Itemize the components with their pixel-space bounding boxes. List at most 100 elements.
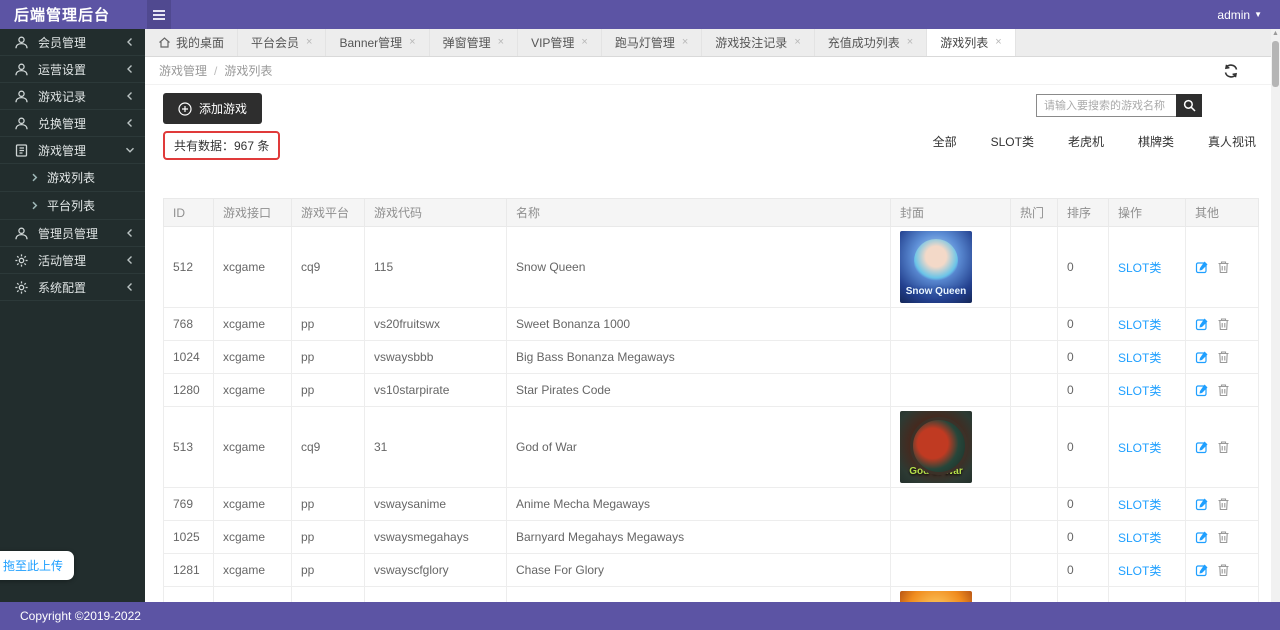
edit-icon[interactable] bbox=[1195, 350, 1209, 364]
breadcrumb-parent[interactable]: 游戏管理 bbox=[159, 62, 207, 79]
tab-跑马灯管理[interactable]: 跑马灯管理× bbox=[602, 29, 702, 56]
category-link[interactable]: SLOT类 bbox=[1118, 261, 1161, 275]
trash-icon[interactable] bbox=[1217, 383, 1230, 397]
cell-platform: cq9 bbox=[292, 227, 365, 308]
close-icon[interactable]: × bbox=[306, 37, 312, 48]
tab-游戏列表[interactable]: 游戏列表 × bbox=[927, 29, 1015, 56]
cover-caption: Snow Queen bbox=[906, 286, 967, 297]
close-icon[interactable]: × bbox=[498, 37, 504, 48]
filter-真人视讯[interactable]: 真人视讯 bbox=[1208, 133, 1256, 150]
cell-action: SLOT类 bbox=[1109, 341, 1186, 374]
tab-Banner管理[interactable]: Banner管理× bbox=[326, 29, 429, 56]
cell-platform: pp bbox=[292, 308, 365, 341]
cell-code: vs20fruitswx bbox=[365, 308, 507, 341]
sidebar-item[interactable]: 兑换管理 bbox=[0, 110, 145, 137]
tab-弹窗管理[interactable]: 弹窗管理× bbox=[430, 29, 518, 56]
close-icon[interactable]: × bbox=[581, 37, 587, 48]
cell-api: xcgame bbox=[214, 227, 292, 308]
cell-cover bbox=[891, 308, 1011, 341]
sidebar-subitem[interactable]: 平台列表 bbox=[0, 192, 145, 220]
search-button[interactable] bbox=[1176, 94, 1202, 117]
column-header: 游戏平台 bbox=[292, 199, 365, 227]
cell-name: Snow Queen bbox=[507, 227, 891, 308]
trash-icon[interactable] bbox=[1217, 260, 1230, 274]
scrollbar-thumb[interactable] bbox=[1272, 41, 1279, 87]
cell-name: Barnyard Megahays Megaways bbox=[507, 521, 891, 554]
vertical-scrollbar[interactable]: ▲ bbox=[1271, 29, 1280, 602]
cell-id: 1280 bbox=[164, 374, 214, 407]
edit-icon[interactable] bbox=[1195, 563, 1209, 577]
filter-老虎机[interactable]: 老虎机 bbox=[1068, 133, 1104, 150]
trash-icon[interactable] bbox=[1217, 317, 1230, 331]
tab-充值成功列表[interactable]: 充值成功列表× bbox=[815, 29, 927, 56]
close-icon[interactable]: × bbox=[907, 37, 913, 48]
sidebar-subitem[interactable]: 游戏列表 bbox=[0, 164, 145, 192]
edit-icon[interactable] bbox=[1195, 383, 1209, 397]
tab-游戏投注记录[interactable]: 游戏投注记录× bbox=[702, 29, 814, 56]
close-icon[interactable]: × bbox=[409, 37, 415, 48]
refresh-icon[interactable] bbox=[1222, 62, 1240, 80]
category-link[interactable]: SLOT类 bbox=[1118, 564, 1161, 578]
column-header: 游戏代码 bbox=[365, 199, 507, 227]
sidebar-item-label: 管理员管理 bbox=[38, 225, 125, 242]
filter-SLOT类[interactable]: SLOT类 bbox=[991, 133, 1034, 150]
edit-icon[interactable] bbox=[1195, 317, 1209, 331]
trash-icon[interactable] bbox=[1217, 350, 1230, 364]
cell-sort: 0 bbox=[1058, 488, 1109, 521]
sidebar-item[interactable]: 系统配置 bbox=[0, 274, 145, 301]
category-link[interactable]: SLOT类 bbox=[1118, 351, 1161, 365]
close-icon[interactable]: × bbox=[794, 37, 800, 48]
search-input[interactable] bbox=[1036, 94, 1176, 117]
category-link[interactable]: SLOT类 bbox=[1118, 318, 1161, 332]
scroll-up-arrow-icon[interactable]: ▲ bbox=[1271, 29, 1280, 39]
user-menu[interactable]: admin ▼ bbox=[1217, 8, 1280, 22]
chevron-left-icon bbox=[125, 228, 135, 238]
chevron-left-icon bbox=[125, 64, 135, 74]
cell-code: 33 bbox=[365, 587, 507, 603]
cell-name: Sweet Bonanza 1000 bbox=[507, 308, 891, 341]
cell-code: vswaysbbb bbox=[365, 341, 507, 374]
sidebar-toggle-button[interactable] bbox=[147, 0, 171, 29]
trash-icon[interactable] bbox=[1217, 563, 1230, 577]
tab-VIP管理[interactable]: VIP管理× bbox=[518, 29, 602, 56]
trash-icon[interactable] bbox=[1217, 530, 1230, 544]
category-link[interactable]: SLOT类 bbox=[1118, 531, 1161, 545]
sidebar-item[interactable]: 游戏管理 bbox=[0, 137, 145, 164]
filter-全部[interactable]: 全部 bbox=[933, 133, 957, 150]
tab-平台会员[interactable]: 平台会员× bbox=[238, 29, 326, 56]
cell-other bbox=[1186, 521, 1259, 554]
sidebar-item-label: 活动管理 bbox=[38, 252, 125, 269]
edit-icon[interactable] bbox=[1195, 260, 1209, 274]
close-icon[interactable]: × bbox=[682, 37, 688, 48]
sidebar-item[interactable]: 游戏记录 bbox=[0, 83, 145, 110]
trash-icon[interactable] bbox=[1217, 497, 1230, 511]
close-icon[interactable]: × bbox=[995, 37, 1001, 48]
sidebar-item[interactable]: 管理员管理 bbox=[0, 220, 145, 247]
edit-icon[interactable] bbox=[1195, 497, 1209, 511]
category-link[interactable]: SLOT类 bbox=[1118, 498, 1161, 512]
tab-label: 游戏列表 bbox=[940, 34, 988, 51]
chevron-left-icon bbox=[125, 91, 135, 101]
cell-cover bbox=[891, 521, 1011, 554]
edit-icon[interactable] bbox=[1195, 440, 1209, 454]
cell-code: vswaysmegahays bbox=[365, 521, 507, 554]
search-icon bbox=[1183, 99, 1196, 112]
trash-icon[interactable] bbox=[1217, 440, 1230, 454]
sidebar-item[interactable]: 活动管理 bbox=[0, 247, 145, 274]
tab-我的桌面[interactable]: 我的桌面 bbox=[145, 29, 238, 56]
tab-bar: 我的桌面平台会员×Banner管理×弹窗管理×VIP管理×跑马灯管理×游戏投注记… bbox=[145, 29, 1280, 57]
edit-icon[interactable] bbox=[1195, 530, 1209, 544]
cell-action: SLOT类 bbox=[1109, 554, 1186, 587]
breadcrumb: 游戏管理 / 游戏列表 bbox=[145, 57, 1280, 85]
sidebar-item[interactable]: 运营设置 bbox=[0, 56, 145, 83]
cell-platform: pp bbox=[292, 374, 365, 407]
cell-platform: pp bbox=[292, 521, 365, 554]
cell-hot bbox=[1011, 308, 1058, 341]
category-link[interactable]: SLOT类 bbox=[1118, 384, 1161, 398]
add-game-button[interactable]: 添加游戏 bbox=[163, 93, 262, 124]
drag-upload-hint[interactable]: 拖至此上传 bbox=[0, 551, 74, 580]
cell-name: Star Pirates Code bbox=[507, 374, 891, 407]
sidebar-item[interactable]: 会员管理 bbox=[0, 29, 145, 56]
filter-棋牌类[interactable]: 棋牌类 bbox=[1138, 133, 1174, 150]
category-link[interactable]: SLOT类 bbox=[1118, 441, 1161, 455]
